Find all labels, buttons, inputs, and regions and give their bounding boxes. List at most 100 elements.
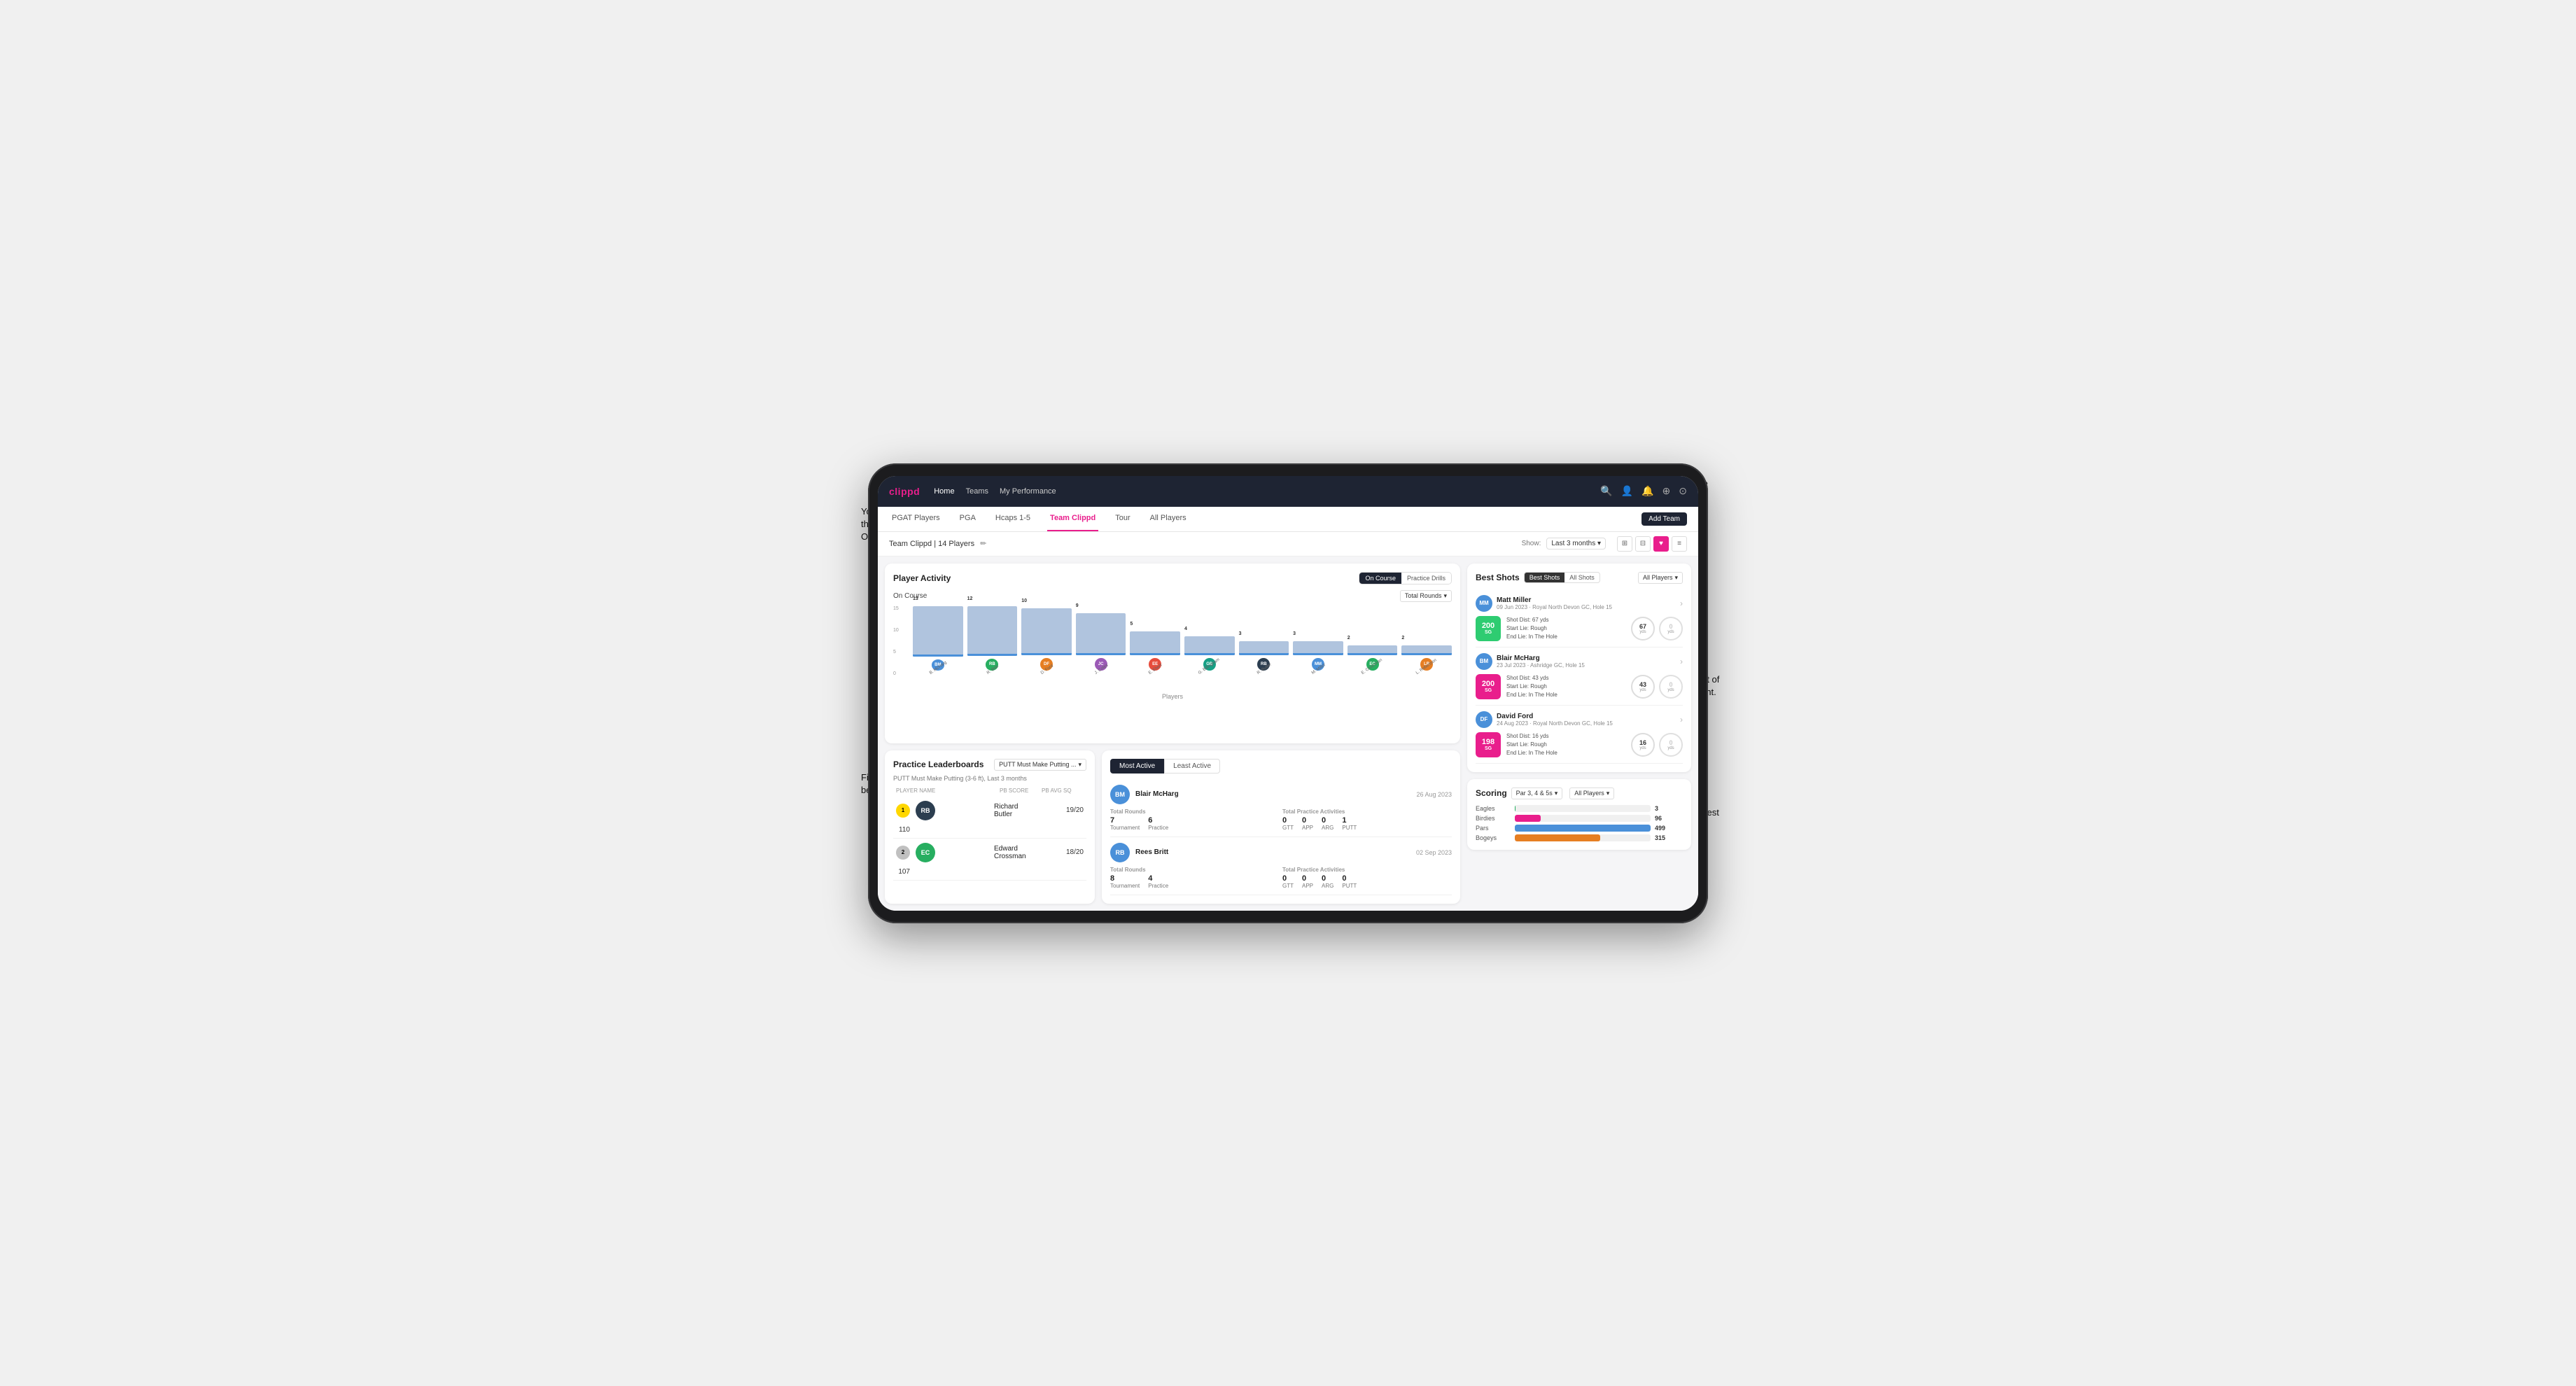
shot-badge: 198 SG (1476, 732, 1501, 757)
shot-details: 200 SG Shot Dist: 43 yds Start Lie: Roug… (1476, 674, 1683, 699)
rounds-group: Total Rounds 7 Tournament 6 Practice (1110, 808, 1280, 831)
round-stat: 6 Practice (1148, 816, 1168, 831)
edit-icon[interactable]: ✏ (980, 539, 986, 548)
practice-row: 0 GTT 0 APP 0 ARG (1282, 874, 1452, 889)
shot-player-header: BM Blair McHarg 23 Jul 2023 · Ashridge G… (1476, 653, 1683, 670)
nav-home[interactable]: Home (934, 487, 954, 496)
activity-player-date: 26 Aug 2023 (1416, 791, 1452, 798)
player-name-container: Edward Crossman (994, 845, 1036, 860)
scoring-filter1[interactable]: Par 3, 4 & 5s ▾ (1511, 788, 1563, 799)
bar-col: 12RBR. Britt (967, 606, 1018, 676)
bar[interactable]: 2 (1401, 645, 1452, 654)
leaderboard-filter-value: PUTT Must Make Putting ... (999, 761, 1076, 768)
rank-badge: 1 (896, 804, 910, 818)
tab-pgat-players[interactable]: PGAT Players (889, 506, 943, 531)
bar-col: 4GBG. Billingham (1184, 606, 1235, 676)
bar[interactable]: 3 (1239, 641, 1289, 655)
bar[interactable]: 4 (1184, 636, 1235, 655)
bar-value-label: 12 (967, 596, 973, 601)
toggle-practice-drills[interactable]: Practice Drills (1401, 573, 1451, 584)
activity-toggle-group: On Course Practice Drills (1359, 572, 1452, 584)
scoring-count: 315 (1655, 834, 1683, 841)
view-grid-icon[interactable]: ⊞ (1617, 536, 1632, 552)
bar[interactable]: 10 (1021, 608, 1072, 655)
shots-best-btn[interactable]: All Shots (1564, 573, 1600, 582)
stat-end: End Lie: In The Hole (1506, 691, 1625, 699)
bar[interactable]: 9 (1076, 613, 1126, 655)
nav-teams[interactable]: Teams (966, 487, 988, 496)
tab-all-players[interactable]: All Players (1147, 506, 1189, 531)
view-list-icon[interactable]: ≡ (1672, 536, 1687, 552)
tab-most-active[interactable]: Most Active (1110, 759, 1164, 774)
add-circle-icon[interactable]: ⊕ (1662, 485, 1671, 497)
shots-all-btn[interactable]: Best Shots (1525, 573, 1565, 582)
tab-pga[interactable]: PGA (957, 506, 979, 531)
show-select[interactable]: Last 3 months ▾ (1546, 538, 1606, 550)
scoring-count: 96 (1655, 815, 1683, 822)
tab-hcaps[interactable]: Hcaps 1-5 (993, 506, 1033, 531)
bar[interactable]: 12 (967, 606, 1018, 657)
bar-highlight (1293, 653, 1343, 655)
stat-lie: Start Lie: Rough (1506, 741, 1625, 749)
tab-least-active[interactable]: Least Active (1164, 759, 1220, 774)
leaderboard-filter[interactable]: PUTT Must Make Putting ... ▾ (994, 759, 1086, 771)
shot-chevron-icon[interactable]: › (1680, 715, 1683, 724)
bar[interactable]: 5 (1130, 631, 1180, 654)
extra-value: 0 (1669, 623, 1672, 630)
bar-col: 3MMM. Miller (1293, 606, 1343, 676)
toggle-on-course[interactable]: On Course (1359, 573, 1401, 584)
player-activity-card: Player Activity On Course Practice Drill… (885, 564, 1460, 743)
shot-player-detail: 23 Jul 2023 · Ashridge GC, Hole 15 (1497, 662, 1676, 668)
bar-value-label: 13 (913, 596, 918, 601)
shots-toggle: Best Shots All Shots (1524, 572, 1600, 583)
scoring-bar-fill (1515, 834, 1600, 841)
rank-badge: 2 (896, 846, 910, 860)
shot-player-header: DF David Ford 24 Aug 2023 · Royal North … (1476, 711, 1683, 728)
stat-dist: Shot Dist: 43 yds (1506, 674, 1625, 682)
player-activity-header: Player Activity On Course Practice Drill… (893, 572, 1452, 584)
tablet-screen: clippd Home Teams My Performance 🔍 👤 🔔 ⊕… (878, 476, 1698, 911)
scoring-bar-fill (1515, 825, 1651, 832)
round-stat-val: 4 (1148, 874, 1168, 883)
user-icon[interactable]: ⊙ (1679, 485, 1687, 497)
activity-player-name: Rees Britt (1135, 848, 1168, 856)
scoring-filter2[interactable]: All Players ▾ (1569, 788, 1614, 799)
tab-team-clippd[interactable]: Team Clippd (1047, 506, 1098, 531)
shot-chevron-icon[interactable]: › (1680, 657, 1683, 666)
shot-player-info: David Ford 24 Aug 2023 · Royal North Dev… (1497, 713, 1676, 727)
scoring-bar-fill (1515, 815, 1541, 822)
bar-highlight (1401, 653, 1452, 655)
view-heart-icon[interactable]: ♥ (1653, 536, 1669, 552)
scoring-bar-track (1515, 805, 1651, 812)
shot-chevron-icon[interactable]: › (1680, 598, 1683, 608)
leaderboard-row: 1 RB Richard Butler 19/20 110 (893, 797, 1086, 839)
chart-filter-select[interactable]: Total Rounds ▾ (1400, 590, 1452, 602)
shot-stats: Shot Dist: 67 yds Start Lie: Rough End L… (1506, 616, 1625, 641)
shot-stats: Shot Dist: 16 yds Start Lie: Rough End L… (1506, 732, 1625, 757)
extra-circle: 0 yds (1659, 733, 1683, 757)
view-grid-alt-icon[interactable]: ⊟ (1635, 536, 1651, 552)
scoring-filter2-value: All Players (1574, 790, 1604, 797)
tab-tour[interactable]: Tour (1112, 506, 1133, 531)
scoring-category-label: Bogeys (1476, 834, 1511, 841)
extra-value: 0 (1669, 739, 1672, 746)
stat-lie: Start Lie: Rough (1506, 624, 1625, 633)
bar[interactable]: 2 (1348, 645, 1398, 654)
logo: clippd (889, 486, 920, 497)
bar[interactable]: 13 (913, 606, 963, 657)
people-icon[interactable]: 👤 (1621, 485, 1633, 497)
bell-icon[interactable]: 🔔 (1642, 485, 1653, 497)
col-pb-avg: PB AVG SQ (1042, 788, 1084, 794)
shot-player-name: Matt Miller (1497, 596, 1676, 604)
bar[interactable]: 3 (1293, 641, 1343, 655)
top-nav: clippd Home Teams My Performance 🔍 👤 🔔 ⊕… (878, 476, 1698, 507)
add-team-button[interactable]: Add Team (1642, 512, 1687, 526)
search-icon[interactable]: 🔍 (1600, 485, 1612, 497)
shots-players-select[interactable]: All Players ▾ (1638, 572, 1683, 584)
practice-stat: 0 ARG (1322, 874, 1334, 889)
round-stat: 4 Practice (1148, 874, 1168, 889)
nav-my-performance[interactable]: My Performance (1000, 487, 1056, 496)
team-header: Team Clippd | 14 Players ✏ Show: Last 3 … (878, 532, 1698, 556)
bar-col: 2ECE. Crossman (1348, 606, 1398, 676)
lb-player-name: Richard Butler (994, 803, 1036, 818)
